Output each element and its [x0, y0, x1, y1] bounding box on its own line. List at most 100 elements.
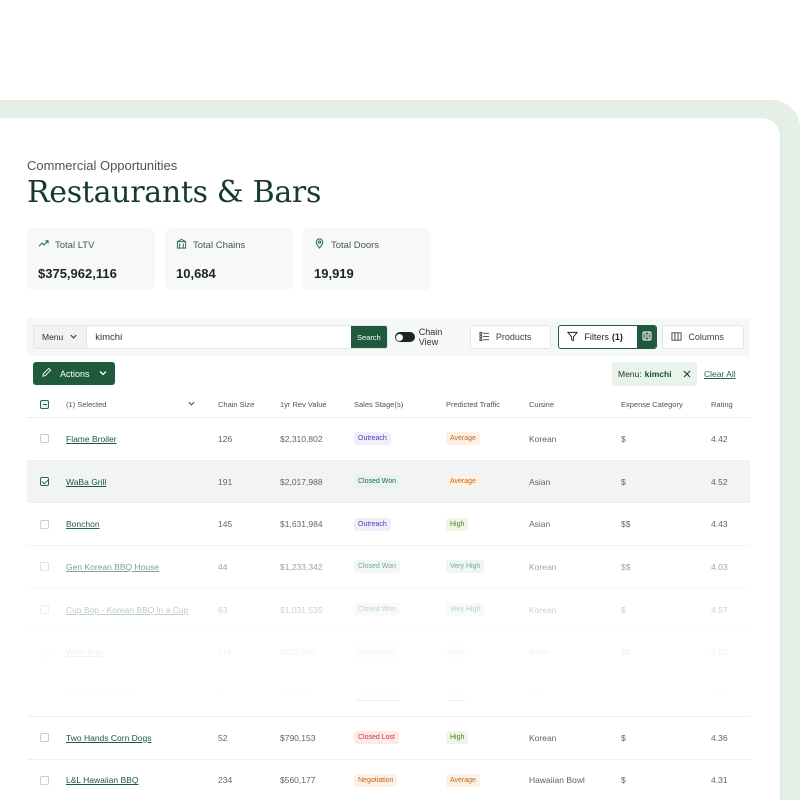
filter-chip: Menu: kimchi: [612, 362, 697, 386]
header-traffic[interactable]: Predicted Traffic: [446, 400, 529, 409]
chain-size-cell: 63: [218, 604, 228, 615]
header-expense[interactable]: Expense Category: [621, 400, 711, 409]
toggle-switch[interactable]: [394, 332, 415, 342]
expense-cell: $: [621, 476, 626, 487]
rating-cell: 4.31: [711, 775, 728, 786]
header-selected[interactable]: (1) Selected: [66, 399, 218, 410]
traffic-cell: Average: [446, 432, 529, 446]
cuisine-cell: Asian: [529, 476, 551, 487]
actions-button[interactable]: Actions: [33, 362, 115, 385]
table-row[interactable]: Flame Broiler 126 $2,310,802 Outreach Averag…: [27, 418, 750, 461]
search-button[interactable]: Search: [350, 326, 387, 348]
header-chain-size[interactable]: Chain Size: [218, 400, 280, 409]
header-rev[interactable]: 1yr Rev Value: [280, 400, 354, 409]
row-checkbox[interactable]: [40, 434, 49, 444]
columns-button[interactable]: Columns: [662, 325, 744, 349]
chain-size-cell: 52: [218, 732, 228, 743]
restaurant-link[interactable]: L&L Hawaiian BBQ: [66, 775, 138, 785]
traffic-badge: Average: [446, 432, 480, 446]
table-row[interactable]: Cup Bop - Korean BBQ in a Cup 63 $1,031,53…: [27, 589, 750, 632]
traffic-cell: Average: [446, 475, 529, 489]
traffic-cell: Low: [446, 645, 529, 659]
table-header: (1) Selected Chain Size 1yr Rev Value Sa…: [27, 392, 750, 418]
stat-total-chains: Total Chains 10,684: [165, 228, 293, 290]
products-button[interactable]: Products: [469, 325, 552, 349]
actions-label: Actions: [60, 368, 90, 379]
row-check-cell: [27, 775, 66, 785]
row-checkbox[interactable]: [40, 562, 49, 572]
name-cell: L&L Hawaiian BBQ: [66, 775, 218, 785]
expense-cell: $: [621, 689, 626, 700]
rev-cell: $839,010: [280, 689, 316, 700]
restaurant-link[interactable]: Wow Bao: [66, 647, 102, 657]
row-checkbox[interactable]: [40, 775, 49, 785]
traffic-cell: High: [446, 731, 529, 745]
restaurant-link[interactable]: Flame Broiler: [66, 434, 117, 444]
chain-size-cell: 73: [218, 689, 228, 700]
row-checkbox[interactable]: [40, 690, 49, 700]
row-check-cell: [27, 519, 66, 529]
chain-view-toggle[interactable]: Chain View: [394, 327, 464, 347]
traffic-cell: Average: [446, 773, 529, 787]
clear-all-link[interactable]: Clear All: [704, 369, 736, 379]
stage-badge: Outreach: [354, 517, 391, 531]
restaurant-link[interactable]: Gen Korean BBQ House: [66, 562, 159, 572]
list-icon: [479, 331, 490, 344]
header-rating[interactable]: Rating: [711, 400, 750, 409]
restaurant-link[interactable]: WaBa Grill: [66, 477, 106, 487]
pencil-icon: [41, 367, 52, 380]
restaurant-link[interactable]: Cup Bop - Korean BBQ in a Cup: [66, 605, 188, 615]
row-checkbox[interactable]: [40, 647, 49, 657]
row-check-cell: [27, 434, 66, 444]
table-row[interactable]: Wow Bao 118 $973,766 Negotiation Low Asian $$ 3…: [27, 631, 750, 675]
traffic-cell: High: [446, 517, 529, 531]
restaurant-link[interactable]: Two Hands Corn Dogs: [66, 733, 152, 743]
stage-cell: Closed Won: [354, 560, 446, 574]
row-checkbox[interactable]: [40, 605, 49, 615]
header-stage[interactable]: Sales Stage(s): [354, 400, 446, 409]
header-cuisine[interactable]: Cuisine: [529, 400, 621, 409]
chain-size-cell: 234: [218, 775, 233, 786]
cuisine-cell: Asian: [529, 519, 551, 530]
row-checkbox[interactable]: [40, 477, 49, 487]
stat-value: 19,919: [314, 266, 354, 281]
select-all-checkbox[interactable]: [40, 400, 49, 409]
chain-size-cell: 44: [218, 561, 228, 572]
traffic-badge: High: [446, 731, 469, 745]
cuisine-cell: Korean: [529, 433, 557, 444]
search-input[interactable]: [87, 331, 351, 343]
filters-button[interactable]: Filters (1): [558, 325, 658, 349]
table-row[interactable]: Two Hands Corn Dogs 52 $790,153 Closed Lost…: [27, 717, 750, 760]
stat-total-ltv: Total LTV $375,962,116: [27, 228, 155, 290]
row-checkbox[interactable]: [40, 519, 49, 529]
row-checkbox[interactable]: [40, 733, 49, 743]
close-icon[interactable]: [683, 370, 691, 378]
table-row[interactable]: Gen Korean BBQ House 44 $1,233,342 Closed W…: [27, 546, 750, 589]
chevron-down-icon: [98, 368, 108, 380]
header-selected-label: (1) Selected: [66, 400, 107, 409]
table-row[interactable]: Bonchon 145 $1,631,984 Outreach High Asian $$ 4…: [27, 503, 750, 547]
rev-cell: $1,031,535: [280, 604, 323, 615]
stage-cell: Closed Won: [354, 603, 446, 617]
menu-select-label: Menu: [42, 332, 64, 342]
table-row[interactable]: L&L Hawaiian BBQ 234 $560,177 Negotiation Av…: [27, 760, 750, 800]
traffic-cell: Very High: [446, 603, 529, 617]
menu-select[interactable]: Menu: [34, 326, 88, 348]
stage-cell: Closed Won: [354, 688, 446, 702]
chevron-down-icon: [187, 399, 196, 410]
expense-cell: $: [621, 732, 626, 743]
stage-cell: Closed Won: [354, 475, 446, 489]
restaurant-link[interactable]: Bonchon: [66, 519, 100, 529]
row-check-cell: [27, 477, 66, 487]
expense-cell: $$: [621, 647, 631, 658]
cuisine-cell: Korean: [529, 732, 557, 743]
save-filter-button[interactable]: [636, 326, 657, 348]
restaurant-link[interactable]: BiBiBop Asian Grill: [66, 690, 137, 700]
chip-key: Menu:: [618, 369, 642, 379]
stage-cell: Outreach: [354, 517, 446, 531]
rev-cell: $1,631,984: [280, 519, 323, 530]
row-check-cell: [27, 733, 66, 743]
name-cell: Wow Bao: [66, 647, 218, 657]
table-row[interactable]: WaBa Grill 191 $2,017,988 Closed Won Average…: [27, 460, 750, 504]
table-row[interactable]: BiBiBop Asian Grill 73 $839,010 Closed Won H…: [27, 674, 750, 717]
